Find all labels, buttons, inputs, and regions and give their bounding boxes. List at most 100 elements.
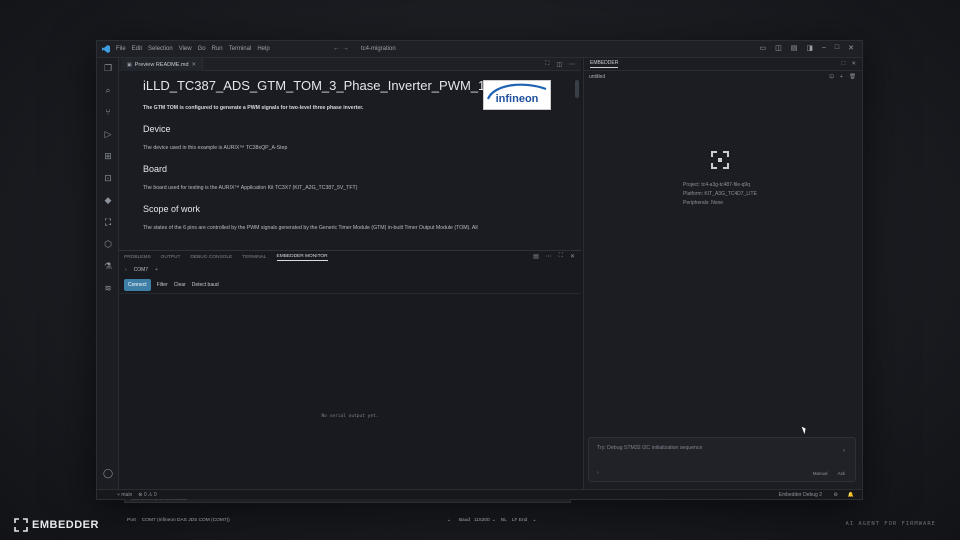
port-select[interactable]: COM7 (Infineon DAS JDS COM (COM7)) xyxy=(142,518,447,523)
window-title[interactable]: tc4-migration xyxy=(361,46,396,52)
clear-button[interactable]: Clear xyxy=(174,282,186,288)
port-label: Port xyxy=(127,517,136,523)
tab-embedder-monitor[interactable]: EMBEDDER MONITOR xyxy=(276,254,328,261)
embedder-sidebar: EMBEDDER ⛶ ✕ untitled ⊡ + 🗑 Project: tc4… xyxy=(583,58,862,489)
mode-select[interactable]: Manual xyxy=(813,471,828,476)
menu-selection[interactable]: Selection xyxy=(148,46,173,52)
panel-icon[interactable]: ▤ xyxy=(791,44,798,52)
menu-terminal[interactable]: Terminal xyxy=(229,46,252,52)
send-arrow-icon[interactable]: › xyxy=(843,448,845,454)
status-gear-icon[interactable]: ⚙ xyxy=(834,492,838,498)
line-ending-select[interactable]: LF End xyxy=(512,518,527,523)
sidebar-icon[interactable]: ◨ xyxy=(806,44,813,52)
panel-controls: ▤ ⋯ ⛶ ✕ xyxy=(533,253,575,260)
brand-tagline: AI AGENT FOR FIRMWARE xyxy=(845,521,936,527)
tab-problems[interactable]: PROBLEMS xyxy=(124,255,151,260)
notifications-icon[interactable]: 🔔 xyxy=(848,492,854,498)
section-heading-device: Device xyxy=(143,124,171,134)
layout-icon[interactable]: ▭ xyxy=(759,44,766,52)
menu-file[interactable]: File xyxy=(116,46,126,52)
minimize-icon[interactable]: – xyxy=(822,44,826,52)
status-bar: ⑂ main ⊗ 0 ⚠ 0 Embedder Debug 2 ⚙ 🔔 xyxy=(97,489,862,499)
menu-edit[interactable]: Edit xyxy=(132,46,142,52)
bottom-panel: PROBLEMS OUTPUT DEBUG CONSOLE TERMINAL E… xyxy=(119,250,581,523)
layers-icon[interactable]: ≋ xyxy=(103,283,113,293)
prompt-options: Manual Ask xyxy=(813,471,845,476)
problems-counts[interactable]: ⊗ 0 ⚠ 0 xyxy=(138,492,156,498)
run-debug-icon[interactable]: ▷ xyxy=(103,129,113,139)
monitor-subtabs: › COM7 + xyxy=(119,263,581,277)
menu-go[interactable]: Go xyxy=(198,46,206,52)
embedder-icon[interactable]: ⛶ xyxy=(103,217,113,227)
new-session-icon[interactable]: + xyxy=(840,74,843,80)
port-settings-bar: Port COM7 (Infineon DAS JDS COM (COM7)) … xyxy=(119,514,581,526)
attach-icon[interactable]: › xyxy=(597,470,599,476)
editor-scrollbar[interactable] xyxy=(575,80,579,98)
explorer-icon[interactable]: ❐ xyxy=(103,63,113,73)
preview-icon: ▣ xyxy=(127,61,132,68)
branch-indicator[interactable]: ⑂ main xyxy=(117,492,132,498)
svg-text:infineon: infineon xyxy=(496,93,539,105)
chip-icon[interactable]: ⬡ xyxy=(103,239,113,249)
baud-select[interactable]: 115200 xyxy=(474,518,490,523)
tab-output[interactable]: OUTPUT xyxy=(161,255,181,260)
tab-terminal[interactable]: TERMINAL xyxy=(242,255,266,260)
connect-button[interactable]: Connect xyxy=(124,279,151,291)
panel-maximize-icon[interactable]: ⛶ xyxy=(559,253,563,260)
monitor-toolbar: Connect Filter Clear Detect baud xyxy=(119,277,581,294)
split-editor-icon[interactable]: ◫ xyxy=(556,61,562,68)
more-actions-icon[interactable]: ⋯ xyxy=(569,61,575,68)
window-controls: ▭ ◫ ▤ ◨ – □ ✕ xyxy=(759,44,854,52)
python-icon[interactable]: ◆ xyxy=(103,195,113,205)
session-title[interactable]: untitled xyxy=(589,74,605,80)
account-icon[interactable]: ◯ xyxy=(103,468,113,478)
chat-input[interactable]: Try: Debug STM32 I2C initialization sequ… xyxy=(597,445,702,451)
port-chevron-icon[interactable]: ⌄ xyxy=(447,518,451,523)
tab-debug-console[interactable]: DEBUG CONSOLE xyxy=(190,255,232,260)
chat-prompt-box[interactable]: Try: Debug STM32 I2C initialization sequ… xyxy=(588,437,856,482)
embedder-logo-icon xyxy=(14,518,28,532)
open-source-icon[interactable]: ⛶ xyxy=(545,61,549,68)
menu-help[interactable]: Help xyxy=(257,46,269,52)
subtab-com7[interactable]: COM7 xyxy=(134,267,148,273)
nav-arrows[interactable]: ← → xyxy=(333,45,349,52)
split-icon[interactable]: ◫ xyxy=(775,44,782,52)
editor-window: File Edit Selection View Go Run Terminal… xyxy=(96,40,863,523)
panel-more-icon[interactable]: ⋯ xyxy=(546,253,552,260)
tab-close-icon[interactable]: ✕ xyxy=(192,62,197,68)
menu-run[interactable]: Run xyxy=(212,46,223,52)
baud-chevron-icon[interactable]: ⌄ xyxy=(492,518,496,523)
detect-baud-button[interactable]: Detect baud xyxy=(192,282,219,288)
delete-session-icon[interactable]: 🗑 xyxy=(849,74,856,80)
session-header: untitled ⊡ + 🗑 xyxy=(584,71,862,83)
section-heading-scope: Scope of work xyxy=(143,204,201,214)
source-control-icon[interactable]: ⑂ xyxy=(103,107,113,117)
add-tab-icon[interactable]: + xyxy=(155,267,158,273)
infineon-logo: infineon xyxy=(483,80,551,110)
editor-actions: ⛶ ◫ ⋯ xyxy=(545,61,575,68)
close-icon[interactable]: ✕ xyxy=(848,44,854,52)
close-sidebar-icon[interactable]: ✕ xyxy=(851,61,856,68)
filter-button[interactable]: Filter xyxy=(157,282,168,288)
vscode-logo-icon xyxy=(102,45,110,53)
session-controls: ⊡ + 🗑 xyxy=(829,74,856,80)
menu-view[interactable]: View xyxy=(179,46,192,52)
embedder-header-controls: ⛶ ✕ xyxy=(842,61,856,68)
testing-icon[interactable]: ⚗ xyxy=(103,261,113,271)
remote-icon[interactable]: ⊡ xyxy=(103,173,113,183)
embedder-debug-status[interactable]: Embedder Debug 2 xyxy=(779,492,822,498)
ask-select[interactable]: Ask xyxy=(837,471,845,476)
panel-close-icon[interactable]: ✕ xyxy=(570,253,575,260)
brand-name: EMBEDDER xyxy=(32,519,99,531)
extensions-icon[interactable]: ⊞ xyxy=(103,151,113,161)
maximize-icon[interactable]: □ xyxy=(835,44,839,52)
tab-readme-preview[interactable]: ▣ Preview README.md ✕ xyxy=(121,58,204,71)
search-icon[interactable]: ⌕ xyxy=(103,85,113,95)
panel-layout-icon[interactable]: ▤ xyxy=(533,253,539,260)
embedder-header: EMBEDDER ⛶ ✕ xyxy=(584,58,862,71)
history-icon[interactable]: ⊡ xyxy=(829,74,834,80)
editor-tab-bar: ▣ Preview README.md ✕ ⛶ ◫ ⋯ xyxy=(119,58,581,71)
line-ending-chevron-icon[interactable]: ⌄ xyxy=(532,518,536,523)
expand-icon[interactable]: ⛶ xyxy=(842,61,846,68)
chevron-right-icon[interactable]: › xyxy=(125,267,127,273)
